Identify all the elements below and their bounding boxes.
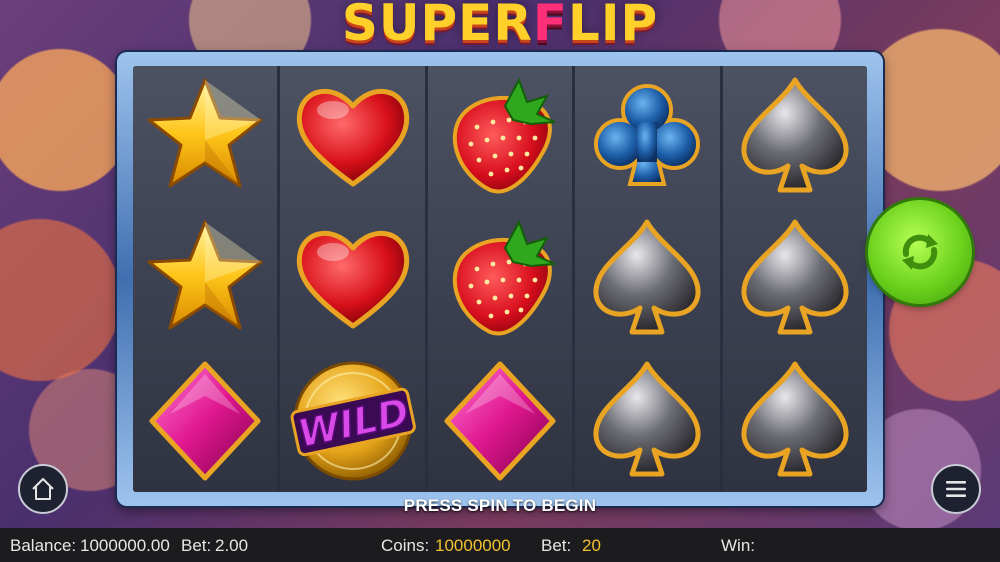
coins-value: 10000000 [435,536,511,555]
wild-symbol: WILD [283,352,423,490]
heart-icon [296,230,409,329]
bet-label: Bet: [181,536,212,555]
coins-label: Coins: [381,536,430,555]
spade-icon [741,361,849,477]
diamond-icon [444,361,556,481]
reel-2: WILD [280,66,425,492]
bet-coins-label: Bet: [541,536,572,555]
heart-icon [296,88,409,187]
spade-symbol [577,352,717,490]
star-icon [147,78,263,188]
reel-3 [427,66,573,492]
diamond-symbol [430,352,570,490]
spade-symbol [725,352,865,490]
reel-1 [133,66,278,492]
diamond-icon [149,361,261,481]
balance-value: 1000000.00 [80,536,170,555]
reel-4 [575,66,720,492]
spade-icon [741,219,849,335]
status-message: PRESS SPIN TO BEGIN [403,496,597,515]
reel-5 [722,66,867,492]
strawberry-icon [452,77,556,194]
club-symbol [577,68,717,206]
bet-coins-value: 20 [582,536,601,555]
win-label: Win: [721,536,755,555]
status-bar: Balance: 1000000.00 Bet: 2.00 Coins: 100… [0,528,1000,562]
spade-icon [593,361,701,477]
club-icon [594,84,701,186]
logo-text-lip: LIP [567,0,659,52]
spin-button[interactable] [868,200,972,304]
reel-grid: WILD [133,66,867,492]
heart-symbol [283,210,423,348]
strawberry-symbol [430,68,570,206]
star-symbol [135,210,275,348]
logo-flip-letter: F [532,0,568,52]
game-logo: SUPERFLIP [0,0,1000,52]
strawberry-icon [452,219,556,336]
bet-value: 2.00 [215,536,249,555]
diamond-symbol [135,352,275,490]
balance-label: Balance: [10,536,77,555]
reel-frame: WILD [117,52,883,506]
spade-icon [593,219,701,335]
spade-icon [741,77,849,193]
refresh-icon [902,234,938,270]
wild-icon: WILD [290,361,416,481]
spade-symbol [577,210,717,348]
spade-symbol [725,210,865,348]
strawberry-symbol [430,210,570,348]
star-symbol [135,68,275,206]
star-icon [147,220,263,330]
spade-symbol [725,68,865,206]
logo-text-super: SUPER [341,0,533,52]
heart-symbol [283,68,423,206]
